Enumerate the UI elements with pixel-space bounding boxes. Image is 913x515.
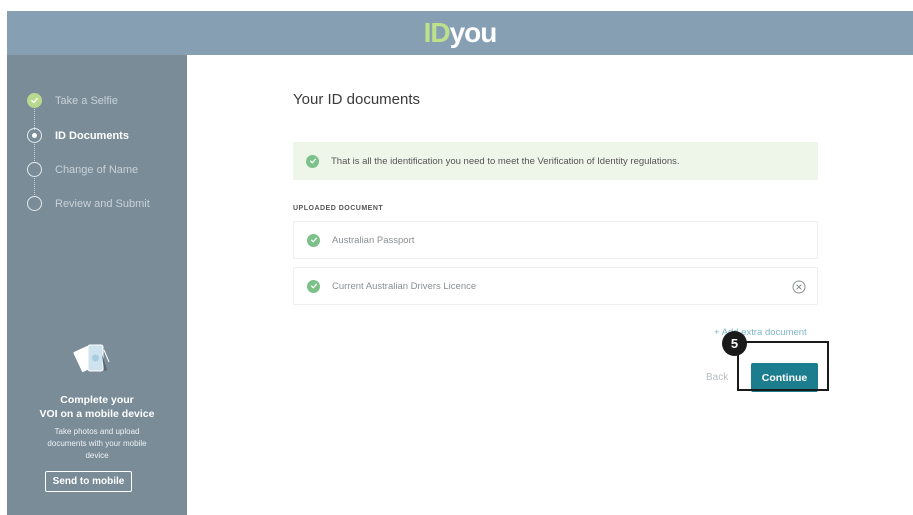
step-connector [34,106,36,130]
empty-circle-icon [27,162,42,177]
mobile-phone-illustration-icon [73,344,110,373]
check-circle-icon [306,154,319,168]
send-to-mobile-button[interactable]: Send to mobile [45,471,132,492]
step-label: Take a Selfie [55,94,118,107]
header-bar: IDyou [7,11,913,55]
promo-text-line2: documents with your mobile [47,439,147,448]
document-row: Current Australian Drivers Licence [293,267,818,305]
check-circle-icon [27,93,42,108]
logo-id-text: ID [423,17,451,48]
promo-title-line2: VOI on a mobile device [39,408,155,420]
step-connector [34,144,36,163]
step-number-badge: 5 [722,331,747,356]
current-step-icon [27,128,42,143]
page-title: Your ID documents [293,91,421,108]
step-take-a-selfie[interactable]: Take a Selfie [27,93,118,108]
app-frame: IDyou Take a Selfie ID Documents Change … [7,11,913,515]
step-connector [34,178,36,197]
success-notice: That is all the identification you need … [293,142,818,180]
document-name: Australian Passport [332,234,415,246]
promo-text-line3: device [85,451,109,460]
main-content: Your ID documents That is all the identi… [187,55,913,515]
step-label: Change of Name [55,163,139,176]
back-button[interactable]: Back [706,372,728,383]
document-row: Australian Passport [293,221,818,259]
logo-you-text: you [449,17,498,48]
promo-text-line1: Take photos and upload [54,427,140,436]
remove-circle-icon[interactable] [792,280,806,294]
highlight-box [737,341,829,391]
promo-title-line1: Complete your [60,394,134,406]
check-circle-icon [307,233,320,247]
step-label: ID Documents [55,129,129,142]
section-label: UPLOADED DOCUMENT [293,205,384,212]
step-change-of-name[interactable]: Change of Name [27,162,138,177]
idyou-logo: IDyou [423,17,498,48]
step-label: Review and Submit [55,197,150,210]
step-review-and-submit[interactable]: Review and Submit [27,196,150,211]
notice-text: That is all the identification you need … [331,155,680,167]
step-id-documents[interactable]: ID Documents [27,128,129,143]
document-name: Current Australian Drivers Licence [332,280,477,292]
check-circle-icon [307,279,320,293]
empty-circle-icon [27,196,42,211]
sidebar: Take a Selfie ID Documents Change of Nam… [7,55,187,515]
